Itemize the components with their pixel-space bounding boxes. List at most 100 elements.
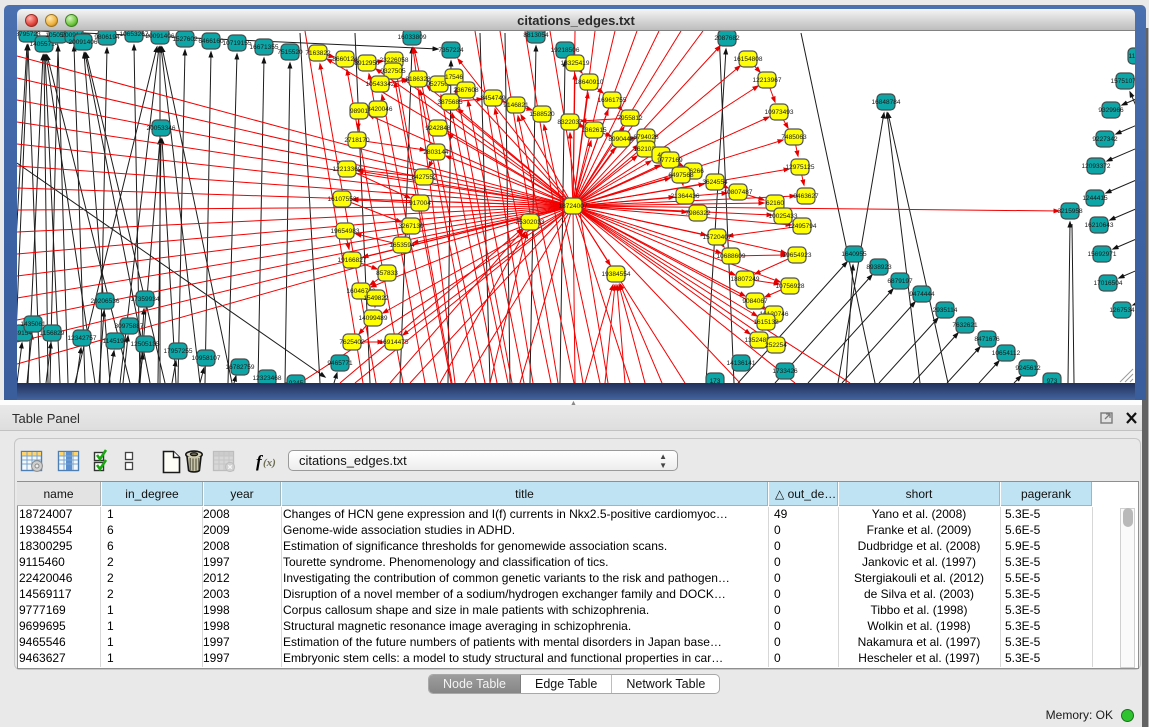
svg-text:12213369: 12213369 — [333, 166, 362, 173]
svg-text:7955812: 7955812 — [617, 115, 643, 122]
svg-text:9245612: 9245612 — [1015, 365, 1041, 372]
svg-text:16848784: 16848784 — [872, 99, 901, 106]
svg-text:8813054: 8813054 — [523, 32, 549, 39]
svg-text:8471676: 8471676 — [974, 336, 1000, 343]
svg-text:19654983: 19654983 — [331, 228, 360, 235]
svg-text:3875685: 3875685 — [437, 99, 463, 106]
svg-text:10654112: 10654112 — [992, 350, 1021, 357]
svg-text:62160: 62160 — [766, 200, 784, 207]
svg-text:12323468: 12323468 — [253, 375, 282, 382]
svg-text:2803144: 2803144 — [423, 149, 449, 156]
svg-text:7632621: 7632621 — [952, 322, 978, 329]
svg-text:1653594: 1653594 — [389, 242, 415, 249]
svg-text:8990448: 8990448 — [608, 136, 634, 143]
svg-text:2935114: 2935114 — [933, 307, 958, 314]
svg-text:17546: 17546 — [445, 74, 463, 81]
svg-text:16782759: 16782759 — [226, 364, 255, 371]
svg-text:18724007: 18724007 — [559, 203, 588, 210]
svg-text:3215958: 3215958 — [1057, 208, 1083, 215]
svg-text:9329966: 9329966 — [1098, 107, 1124, 114]
svg-text:7163822: 7163822 — [305, 50, 331, 57]
svg-text:857833: 857833 — [376, 270, 398, 277]
svg-text:15720407: 15720407 — [703, 234, 732, 241]
svg-text:10958107: 10958107 — [192, 355, 221, 362]
svg-text:8454749: 8454749 — [480, 95, 506, 102]
svg-text:917004: 917004 — [409, 200, 431, 207]
svg-text:25302033: 25302033 — [516, 219, 545, 226]
svg-text:1156829: 1156829 — [40, 330, 65, 337]
svg-text:9777169: 9777169 — [657, 157, 683, 164]
svg-text:6794028: 6794028 — [633, 134, 659, 141]
svg-text:20206536: 20206536 — [91, 298, 120, 305]
svg-text:12342757: 12342757 — [68, 335, 97, 342]
svg-text:13325419: 13325419 — [561, 60, 590, 67]
svg-text:7515520: 7515520 — [277, 49, 303, 56]
svg-text:3267130: 3267130 — [398, 223, 424, 230]
svg-text:8938923: 8938923 — [866, 264, 892, 271]
svg-text:16033809: 16033809 — [398, 34, 427, 41]
svg-text:12213967: 12213967 — [753, 77, 782, 84]
svg-text:10653267: 10653267 — [120, 31, 149, 38]
svg-text:2718170: 2718170 — [344, 137, 370, 144]
svg-text:14099489: 14099489 — [359, 315, 388, 322]
svg-text:1527602: 1527602 — [172, 36, 198, 43]
svg-text:16210643: 16210643 — [1085, 222, 1114, 229]
svg-text:17359934: 17359934 — [131, 296, 160, 303]
svg-text:19218506: 19218506 — [551, 47, 580, 54]
svg-text:9327505: 9327505 — [380, 68, 406, 75]
svg-text:6879197: 6879197 — [887, 278, 913, 285]
svg-text:9146821: 9146821 — [503, 102, 529, 109]
svg-text:1362615: 1362615 — [581, 127, 607, 134]
svg-text:12505135: 12505135 — [131, 341, 160, 348]
svg-text:98901: 98901 — [350, 108, 368, 115]
svg-text:9242848: 9242848 — [425, 125, 451, 132]
svg-text:16914475: 16914475 — [380, 339, 409, 346]
svg-text:1145194: 1145194 — [103, 338, 128, 345]
svg-text:7485063: 7485063 — [781, 134, 807, 141]
svg-text:10025433: 10025433 — [769, 213, 798, 220]
svg-text:21364436: 21364436 — [671, 193, 700, 200]
svg-text:8427552: 8427552 — [411, 174, 437, 181]
svg-text:17016504: 17016504 — [1094, 280, 1123, 287]
svg-text:14136141: 14136141 — [727, 360, 756, 367]
svg-text:10543342: 10543342 — [366, 81, 395, 88]
svg-text:6466160: 6466160 — [198, 38, 224, 45]
svg-text:1733426: 1733426 — [772, 368, 798, 375]
svg-text:16671355: 16671355 — [250, 44, 279, 51]
svg-text:1244415: 1244415 — [1082, 195, 1108, 202]
svg-text:16961755: 16961755 — [598, 97, 627, 104]
svg-text:19654923: 19654923 — [783, 252, 812, 259]
svg-text:30975887: 30975887 — [115, 323, 144, 330]
svg-text:10973493: 10973493 — [765, 109, 794, 116]
svg-text:19384554: 19384554 — [602, 271, 631, 278]
svg-text:2087682: 2087682 — [714, 35, 740, 42]
svg-text:9474444: 9474444 — [909, 291, 935, 298]
svg-text:252254: 252254 — [765, 342, 787, 349]
svg-text:1435061: 1435061 — [20, 321, 46, 328]
svg-text:12495794: 12495794 — [788, 223, 817, 230]
svg-text:12975125: 12975125 — [786, 164, 815, 171]
svg-text:1549822: 1549822 — [363, 295, 389, 302]
svg-text:6497568: 6497568 — [668, 172, 694, 179]
svg-text:3624554: 3624554 — [702, 179, 728, 186]
svg-text:9227342: 9227342 — [1092, 136, 1118, 143]
svg-text:12093372: 12093372 — [1082, 163, 1111, 170]
svg-text:10756928: 10756928 — [776, 283, 805, 290]
svg-text:7625402: 7625402 — [339, 339, 365, 346]
svg-text:(x): (x) — [263, 457, 276, 469]
svg-text:15751074: 15751074 — [1111, 78, 1135, 85]
svg-text:9465771: 9465771 — [327, 360, 353, 367]
svg-text:1615132: 1615132 — [753, 319, 779, 326]
svg-text:9084067: 9084067 — [742, 298, 768, 305]
svg-text:19166827: 19166827 — [338, 257, 367, 264]
svg-text:10807487: 10807487 — [724, 189, 753, 196]
svg-text:8912950: 8912950 — [354, 60, 380, 67]
svg-text:20053346: 20053346 — [147, 125, 176, 132]
svg-text:17957255: 17957255 — [164, 348, 193, 355]
svg-text:16107553: 16107553 — [328, 196, 357, 203]
svg-text:15692971: 15692971 — [1088, 251, 1117, 258]
svg-text:10719155: 10719155 — [223, 40, 252, 47]
svg-text:7986322: 7986322 — [685, 210, 711, 217]
svg-text:2367608: 2367608 — [453, 87, 479, 94]
svg-text:9806194: 9806194 — [94, 34, 120, 41]
